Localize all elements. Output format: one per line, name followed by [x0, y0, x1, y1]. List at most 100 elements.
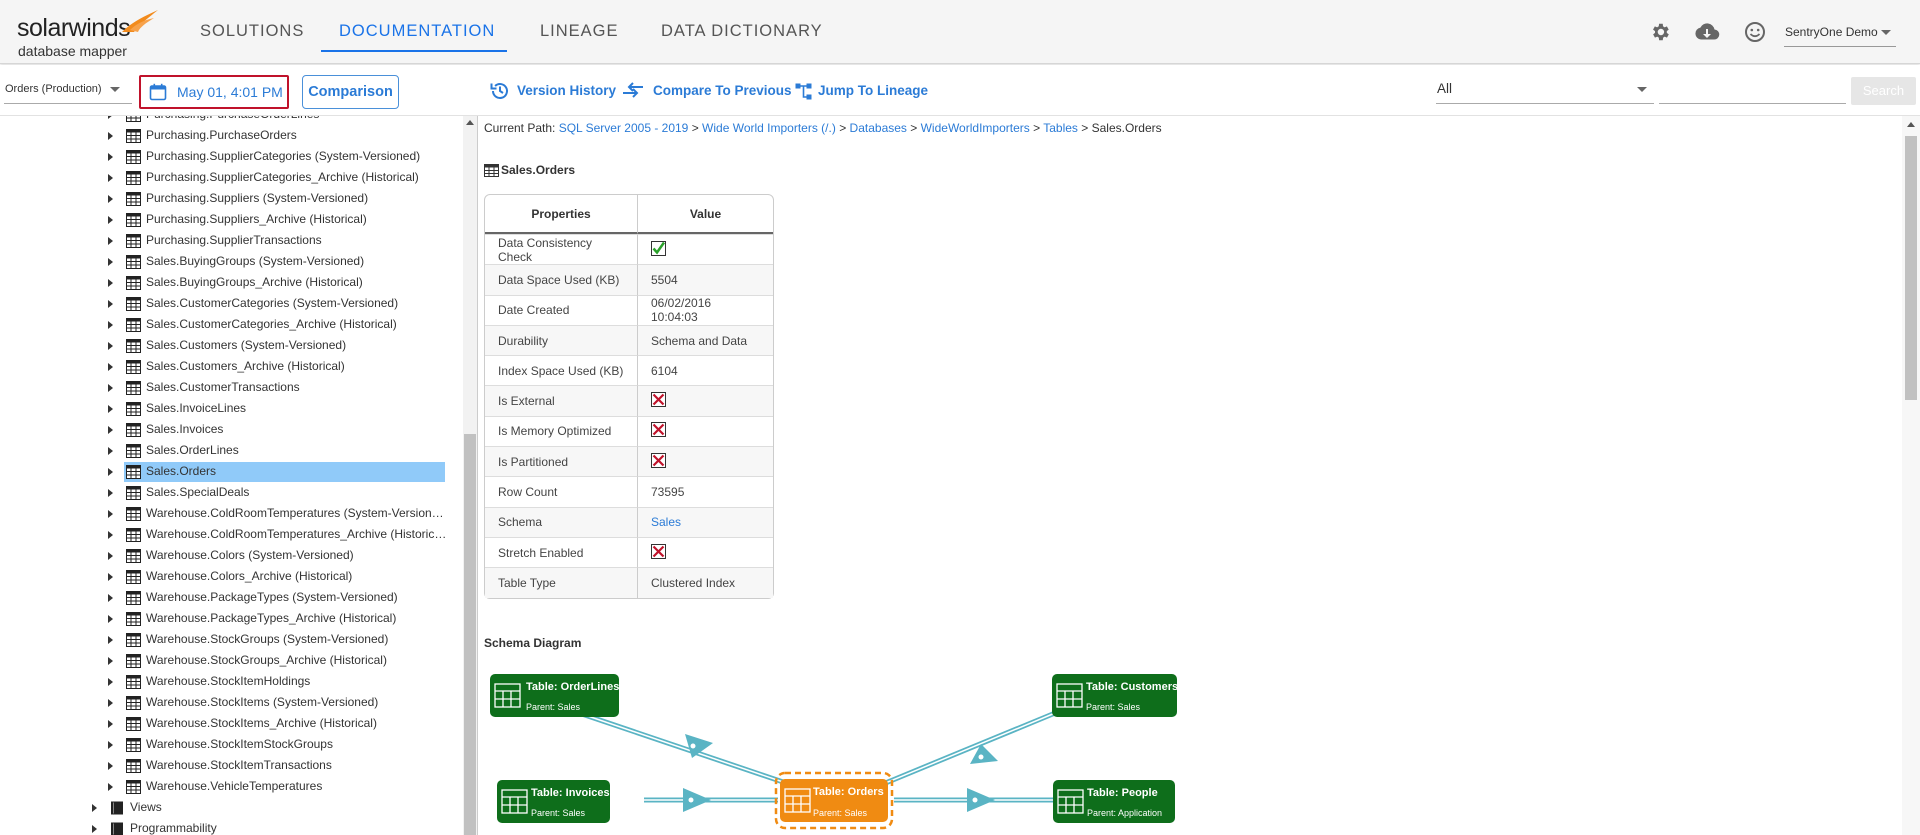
expand-caret-icon[interactable] — [108, 741, 113, 749]
breadcrumb-link[interactable]: Databases — [850, 121, 907, 135]
tree-table-item[interactable]: Warehouse.StockItems (System-Versioned) — [0, 693, 463, 713]
expand-caret-icon[interactable] — [108, 447, 113, 455]
content-scrollbar-thumb[interactable] — [1905, 136, 1917, 400]
scroll-up-arrow-icon[interactable] — [466, 120, 474, 125]
tree-folder-item[interactable]: Programmability — [0, 819, 463, 835]
expand-caret-icon[interactable] — [108, 468, 113, 476]
tree-table-item[interactable]: Sales.SpecialDeals — [0, 483, 463, 503]
expand-caret-icon[interactable] — [108, 405, 113, 413]
tree-table-item[interactable]: Purchasing.SupplierTransactions — [0, 231, 463, 251]
database-select[interactable]: Orders (Production) — [5, 83, 102, 95]
tree-table-item[interactable]: Sales.Invoices — [0, 420, 463, 440]
expand-caret-icon[interactable] — [108, 489, 113, 497]
tree-table-item[interactable]: Purchasing.SupplierCategories_Archive (H… — [0, 168, 463, 188]
expand-caret-icon[interactable] — [108, 132, 113, 140]
lineage-tree-icon[interactable] — [795, 83, 812, 100]
content-scrollbar[interactable] — [1902, 116, 1920, 835]
expand-caret-icon[interactable] — [108, 594, 113, 602]
tree-table-item[interactable]: Warehouse.StockItemStockGroups — [0, 735, 463, 755]
database-dropdown-caret-icon[interactable] — [110, 87, 120, 92]
expand-caret-icon[interactable] — [108, 116, 113, 119]
tree-table-item[interactable]: Purchasing.SupplierCategories (System-Ve… — [0, 147, 463, 167]
filter-dropdown-caret-icon[interactable] — [1637, 87, 1647, 92]
tree-table-item[interactable]: Sales.CustomerCategories_Archive (Histor… — [0, 315, 463, 335]
search-button[interactable]: Search — [1851, 77, 1916, 105]
tree-table-item[interactable]: Sales.Orders — [108, 462, 445, 482]
tree-table-item[interactable]: Warehouse.Colors (System-Versioned) — [0, 546, 463, 566]
user-dropdown-caret-icon[interactable] — [1881, 30, 1891, 35]
diagram-node-customers[interactable]: Table: Customers Parent: Sales — [1052, 674, 1178, 717]
version-history-icon[interactable] — [489, 80, 511, 102]
snapshot-date-picker[interactable]: May 01, 4:01 PM — [139, 75, 289, 109]
jump-to-lineage-link[interactable]: Jump To Lineage — [818, 83, 928, 98]
tree-table-item[interactable]: Purchasing.PurchaseOrderLines — [0, 116, 463, 125]
expand-caret-icon[interactable] — [92, 825, 97, 833]
expand-caret-icon[interactable] — [108, 678, 113, 686]
cloud-download-icon[interactable] — [1694, 20, 1720, 44]
diagram-node-invoices[interactable]: Table: Invoices Parent: Sales — [497, 780, 610, 823]
search-input[interactable] — [1659, 78, 1846, 104]
expand-caret-icon[interactable] — [108, 615, 113, 623]
scroll-up-arrow-icon[interactable] — [1907, 122, 1915, 127]
expand-caret-icon[interactable] — [108, 552, 113, 560]
tree-table-item[interactable]: Sales.CustomerTransactions — [0, 378, 463, 398]
expand-caret-icon[interactable] — [108, 216, 113, 224]
expand-caret-icon[interactable] — [108, 657, 113, 665]
tree-table-item[interactable]: Sales.InvoiceLines — [0, 399, 463, 419]
tree-table-item[interactable]: Sales.BuyingGroups_Archive (Historical) — [0, 273, 463, 293]
tree-table-item[interactable]: Warehouse.ColdRoomTemperatures_Archive (… — [0, 525, 463, 545]
expand-caret-icon[interactable] — [108, 363, 113, 371]
nav-solutions[interactable]: SOLUTIONS — [200, 22, 304, 41]
expand-caret-icon[interactable] — [108, 531, 113, 539]
expand-caret-icon[interactable] — [108, 699, 113, 707]
settings-gear-icon[interactable] — [1649, 21, 1671, 43]
diagram-node-people[interactable]: Table: People Parent: Application — [1053, 780, 1175, 823]
tree-table-item[interactable]: Warehouse.StockGroups_Archive (Historica… — [0, 651, 463, 671]
tree-table-item[interactable]: Warehouse.StockItemHoldings — [0, 672, 463, 692]
expand-caret-icon[interactable] — [92, 804, 97, 812]
feedback-smiley-icon[interactable] — [1744, 21, 1766, 43]
tree-folder-item[interactable]: Views — [0, 798, 463, 818]
expand-caret-icon[interactable] — [108, 258, 113, 266]
tree-table-item[interactable]: Sales.Customers (System-Versioned) — [0, 336, 463, 356]
breadcrumb-link[interactable]: SQL Server 2005 - 2019 — [559, 121, 689, 135]
solarwinds-logo[interactable]: solarwinds database mapper — [17, 10, 162, 60]
tree-table-item[interactable]: Warehouse.Colors_Archive (Historical) — [0, 567, 463, 587]
tree-table-item[interactable]: Warehouse.StockGroups (System-Versioned) — [0, 630, 463, 650]
object-filter-select[interactable]: All — [1437, 81, 1452, 96]
tree-table-item[interactable]: Purchasing.Suppliers_Archive (Historical… — [0, 210, 463, 230]
compare-to-previous-link[interactable]: Compare To Previous — [653, 83, 792, 98]
breadcrumb-link[interactable]: WideWorldImporters — [921, 121, 1030, 135]
tree-table-item[interactable]: Sales.BuyingGroups (System-Versioned) — [0, 252, 463, 272]
comparison-button[interactable]: Comparison — [302, 75, 399, 109]
diagram-node-orderlines[interactable]: Table: OrderLines Parent: Sales — [490, 674, 619, 717]
nav-lineage[interactable]: LINEAGE — [540, 22, 619, 41]
nav-documentation[interactable]: DOCUMENTATION — [339, 22, 495, 41]
tree-table-item[interactable]: Sales.Customers_Archive (Historical) — [0, 357, 463, 377]
compare-arrows-icon[interactable] — [622, 82, 644, 100]
expand-caret-icon[interactable] — [108, 321, 113, 329]
breadcrumb-link[interactable]: Tables — [1043, 121, 1078, 135]
expand-caret-icon[interactable] — [108, 783, 113, 791]
tree-scrollbar[interactable] — [463, 116, 477, 835]
breadcrumb-link[interactable]: Wide World Importers (/.) — [702, 121, 836, 135]
expand-caret-icon[interactable] — [108, 510, 113, 518]
tree-table-item[interactable]: Warehouse.StockItems_Archive (Historical… — [0, 714, 463, 734]
expand-caret-icon[interactable] — [108, 237, 113, 245]
tree-table-item[interactable]: Purchasing.PurchaseOrders — [0, 126, 463, 146]
expand-caret-icon[interactable] — [108, 153, 113, 161]
tree-table-item[interactable]: Warehouse.StockItemTransactions — [0, 756, 463, 776]
expand-caret-icon[interactable] — [108, 300, 113, 308]
nav-data-dictionary[interactable]: DATA DICTIONARY — [661, 22, 823, 41]
expand-caret-icon[interactable] — [108, 342, 113, 350]
expand-caret-icon[interactable] — [108, 573, 113, 581]
expand-caret-icon[interactable] — [108, 174, 113, 182]
expand-caret-icon[interactable] — [108, 426, 113, 434]
user-menu[interactable]: SentryOne Demo — [1785, 25, 1878, 39]
tree-table-item[interactable]: Sales.OrderLines — [0, 441, 463, 461]
tree-table-item[interactable]: Warehouse.ColdRoomTemperatures (System-V… — [0, 504, 463, 524]
diagram-node-orders[interactable]: Table: Orders Parent: Sales — [774, 771, 894, 830]
expand-caret-icon[interactable] — [108, 384, 113, 392]
expand-caret-icon[interactable] — [108, 195, 113, 203]
tree-table-item[interactable]: Warehouse.PackageTypes_Archive (Historic… — [0, 609, 463, 629]
